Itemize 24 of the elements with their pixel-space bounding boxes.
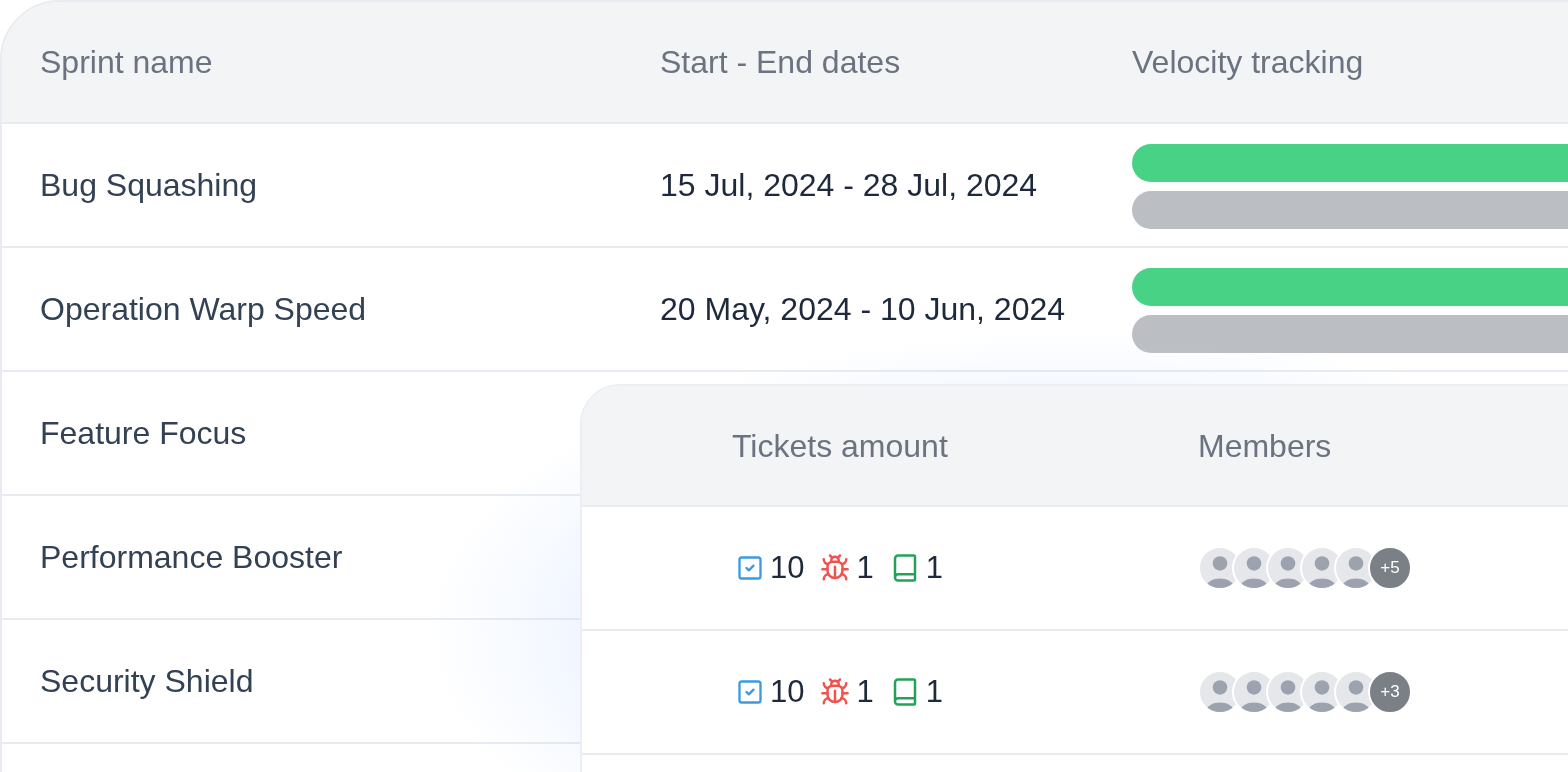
more-members-badge: +3 bbox=[1368, 670, 1412, 714]
column-header: Members bbox=[1198, 426, 1333, 466]
checkbox-icon bbox=[736, 678, 764, 706]
ticket-count: 10 bbox=[770, 672, 805, 711]
column-header: Tickets amount bbox=[731, 426, 949, 466]
sprint-name: Performance Booster bbox=[39, 538, 344, 577]
bug-icon bbox=[820, 553, 851, 583]
sprint-dates: 15 Jul, 2024 - 28 Jul, 2024 bbox=[660, 166, 1039, 205]
ticket-count: 10 bbox=[770, 548, 805, 587]
ticket-count: 1 bbox=[856, 548, 874, 587]
sprint-name: Feature Focus bbox=[39, 414, 248, 453]
column-header: Start - End dates bbox=[660, 43, 902, 82]
ticket-count: 1 bbox=[925, 672, 943, 711]
sprint-name: Security Shield bbox=[39, 662, 255, 701]
column-header: Sprint name bbox=[39, 43, 214, 82]
bug-icon bbox=[820, 677, 851, 707]
sprint-name: Operation Warp Speed bbox=[39, 290, 368, 329]
sprint-name: Bug Squashing bbox=[39, 166, 259, 205]
ticket-count: 1 bbox=[856, 672, 874, 711]
sprint-dates: 20 May, 2024 - 10 Jun, 2024 bbox=[660, 290, 1066, 329]
column-header: Velocity tracking bbox=[1132, 43, 1365, 82]
more-members-badge: +5 bbox=[1368, 546, 1412, 590]
checkbox-icon bbox=[736, 554, 764, 582]
ticket-count: 1 bbox=[925, 548, 943, 587]
